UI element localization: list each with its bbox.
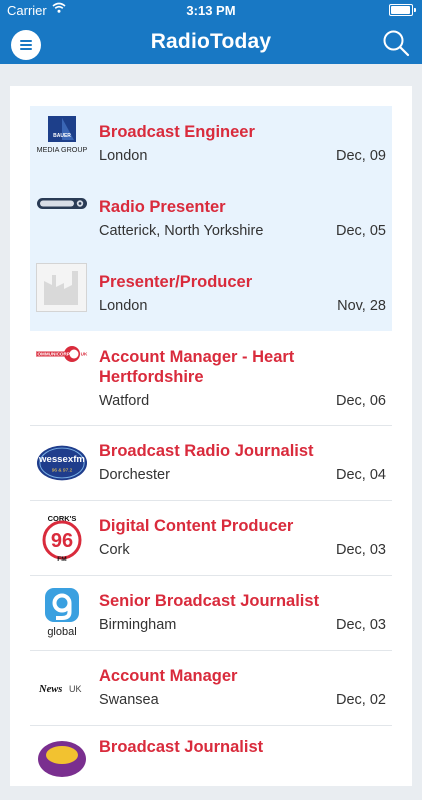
job-item[interactable]: BAUER MEDIA GROUP Broadcast Engineer Lon… — [30, 106, 392, 181]
clock: 3:13 PM — [186, 3, 236, 18]
job-item[interactable]: CORK'S 96 FM Digital Content Producer Co… — [30, 500, 392, 576]
svg-text:96: 96 — [51, 530, 73, 552]
global-logo: global — [36, 587, 88, 639]
job-title: Broadcast Journalist — [99, 738, 264, 756]
svg-text:MEDIA GROUP: MEDIA GROUP — [37, 145, 88, 154]
job-item[interactable]: wessexfm 96 & 97.2 Broadcast Radio Journ… — [30, 425, 392, 501]
job-item[interactable]: COMMUNICORP UK Account Manager - Heart H… — [30, 331, 392, 426]
job-date: Dec, 05 — [336, 223, 386, 239]
news-uk-logo: News UK — [36, 667, 88, 709]
svg-text:BAUER: BAUER — [53, 133, 71, 139]
job-item[interactable]: Radio Presenter Catterick, North Yorkshi… — [30, 181, 392, 256]
station-logo — [36, 737, 88, 779]
job-date: Dec, 09 — [336, 148, 386, 164]
app-title: RadioToday — [150, 30, 272, 53]
job-title: Account Manager - Heart Hertfordshire — [99, 348, 295, 386]
job-location: Swansea — [99, 692, 159, 708]
job-date: Dec, 03 — [336, 617, 386, 633]
wessex-fm-logo: wessexfm 96 & 97.2 — [36, 442, 88, 484]
job-date: Dec, 03 — [336, 542, 386, 558]
job-date: Dec, 06 — [336, 393, 386, 409]
job-location: London — [99, 148, 148, 164]
svg-text:wessexfm: wessexfm — [38, 454, 85, 465]
bauer-media-logo: BAUER MEDIA GROUP — [36, 116, 88, 158]
svg-text:UK: UK — [69, 684, 82, 694]
job-location: London — [99, 298, 148, 314]
svg-text:96 & 97.2: 96 & 97.2 — [52, 468, 73, 474]
job-location: Birmingham — [99, 617, 177, 633]
svg-text:global: global — [47, 626, 76, 638]
job-title: Senior Broadcast Journalist — [99, 592, 320, 610]
job-location: Dorchester — [99, 467, 170, 483]
job-title: Broadcast Radio Journalist — [99, 442, 314, 460]
battery-icon — [389, 4, 416, 16]
job-title: Radio Presenter — [99, 198, 226, 216]
job-location: Watford — [99, 393, 150, 409]
job-item[interactable]: Broadcast Journalist — [30, 725, 392, 800]
job-location: Catterick, North Yorkshire — [99, 223, 264, 239]
communicorp-logo: COMMUNICORP UK — [36, 333, 88, 375]
job-title: Digital Content Producer — [99, 517, 294, 535]
search-icon[interactable] — [382, 29, 410, 57]
job-location: Cork — [99, 542, 130, 558]
job-title: Account Manager — [99, 667, 238, 685]
job-title: Broadcast Engineer — [99, 123, 255, 141]
svg-text:FM: FM — [57, 556, 66, 562]
nav-bar: RadioToday — [0, 20, 422, 64]
job-list: BAUER MEDIA GROUP Broadcast Engineer Lon… — [10, 86, 412, 786]
svg-text:UK: UK — [81, 352, 88, 357]
svg-text:COMMUNICORP: COMMUNICORP — [36, 352, 70, 357]
company-placeholder-icon — [36, 263, 88, 312]
job-item[interactable]: News UK Account Manager Swansea Dec, 02 — [30, 650, 392, 726]
job-title: Presenter/Producer — [99, 273, 253, 291]
forces-radio-logo — [36, 183, 88, 225]
corks-96fm-logo: CORK'S 96 FM — [36, 514, 88, 562]
job-date: Dec, 04 — [336, 467, 386, 483]
svg-text:News: News — [38, 684, 62, 695]
job-date: Dec, 02 — [336, 692, 386, 708]
job-item[interactable]: global Senior Broadcast Journalist Birmi… — [30, 575, 392, 651]
status-bar: Carrier 3:13 PM — [0, 0, 422, 20]
job-date: Nov, 28 — [337, 298, 386, 314]
job-item[interactable]: Presenter/Producer London Nov, 28 — [30, 256, 392, 331]
